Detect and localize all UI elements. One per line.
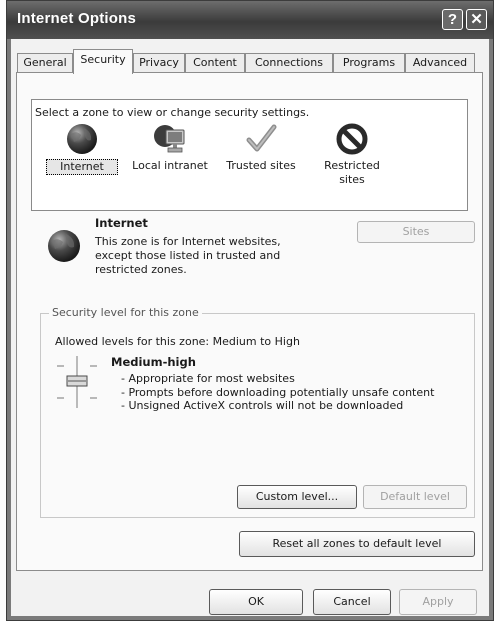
checkmark-icon (246, 124, 277, 152)
help-button[interactable]: ? (442, 9, 463, 30)
security-level-description: - Appropriate for most websites - Prompt… (121, 372, 451, 413)
globe-icon (48, 230, 80, 262)
globe-icon (67, 124, 97, 154)
tab-content[interactable]: Content (185, 53, 245, 72)
close-button[interactable]: ✕ (466, 9, 487, 30)
tab-privacy[interactable]: Privacy (133, 53, 185, 72)
zone-info-title: Internet (95, 216, 148, 230)
tab-security[interactable]: Security (73, 49, 133, 74)
security-level-slider[interactable] (55, 356, 100, 408)
zone-restricted-sites-label: Restricted sites (324, 159, 380, 186)
cancel-button[interactable]: Cancel (313, 589, 391, 615)
title-bar[interactable]: Internet Options ? ✕ (7, 1, 493, 39)
default-level-button[interactable]: Default level (363, 485, 467, 509)
zone-internet[interactable]: Internet (46, 122, 118, 175)
tab-advanced[interactable]: Advanced (405, 53, 475, 72)
security-level-group: Security level for this zone Allowed lev… (40, 306, 475, 518)
zone-local-intranet-label: Local intranet (132, 159, 208, 172)
tab-programs[interactable]: Programs (333, 53, 405, 72)
zone-list: Select a zone to view or change security… (31, 99, 468, 211)
allowed-levels-text: Allowed levels for this zone: Medium to … (55, 335, 300, 348)
zone-trusted-sites-label: Trusted sites (226, 159, 296, 172)
custom-level-button[interactable]: Custom level... (237, 485, 357, 509)
zone-info-description: This zone is for Internet websites, exce… (95, 235, 281, 276)
zone-local-intranet[interactable]: Local intranet (127, 122, 213, 173)
zone-internet-label: Internet (46, 159, 118, 175)
reset-all-zones-button[interactable]: Reset all zones to default level (239, 531, 475, 557)
zone-prompt: Select a zone to view or change security… (35, 106, 310, 119)
security-level-legend: Security level for this zone (49, 306, 202, 319)
dialog-client-area: General Security Privacy Content Connect… (11, 39, 489, 616)
tab-connections[interactable]: Connections (245, 53, 333, 72)
sites-button[interactable]: Sites (357, 221, 475, 243)
window-title: Internet Options (17, 10, 137, 27)
level-line-2: - Prompts before downloading potentially… (121, 385, 435, 399)
computer-network-icon (154, 125, 185, 153)
ok-button[interactable]: OK (209, 589, 303, 615)
security-level-name: Medium-high (111, 355, 196, 369)
zone-restricted-sites[interactable]: Restricted sites (314, 122, 390, 187)
security-tab-pane: Select a zone to view or change security… (16, 72, 483, 571)
level-line-1: - Appropriate for most websites (121, 372, 295, 385)
internet-options-window: Internet Options ? ✕ General Security Pr… (6, 0, 494, 621)
apply-button[interactable]: Apply (399, 589, 477, 615)
zone-trusted-sites[interactable]: Trusted sites (218, 122, 304, 173)
tab-general[interactable]: General (17, 53, 73, 72)
no-entry-icon (336, 123, 368, 155)
level-line-3: - Unsigned ActiveX controls will not be … (121, 399, 404, 412)
